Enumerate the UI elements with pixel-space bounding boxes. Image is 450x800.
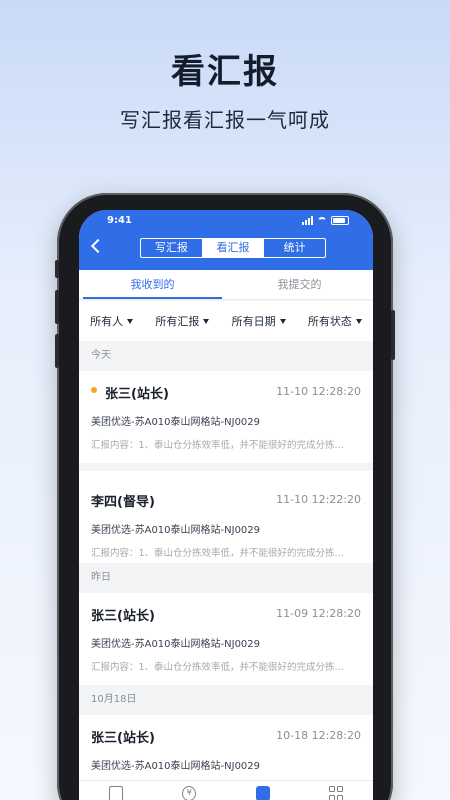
- caret-down-icon: [203, 318, 210, 324]
- filter-label: 所有人: [90, 315, 124, 328]
- caret-down-icon: [355, 318, 362, 324]
- app-header: 9:41 写汇报 看汇报 统计: [79, 210, 373, 270]
- unread-dot-icon: [91, 387, 97, 393]
- tab-submitted[interactable]: 我提交的: [226, 270, 373, 299]
- battery-icon: [331, 216, 349, 225]
- report-time: 10-18 12:28:20: [276, 729, 361, 742]
- filter-person[interactable]: 所有人: [90, 313, 134, 329]
- phone-mute-switch: [55, 260, 59, 278]
- phone-volume-up: [55, 290, 59, 324]
- section-header: 今天: [79, 341, 373, 371]
- app-screen: 9:41 写汇报 看汇报 统计 我收到的 我提交的 所有人 所有汇报 所有日期 …: [79, 210, 373, 800]
- filter-bar: 所有人 所有汇报 所有日期 所有状态: [79, 301, 373, 341]
- section-header: 10月18日: [79, 685, 373, 715]
- caret-down-icon: [279, 318, 286, 324]
- report-list: 今天 张三(站长) 11-10 12:28:20 美团优选-苏A010泰山网格站…: [79, 341, 373, 800]
- report-site: 美团优选-苏A010泰山网格站-NJ0029: [91, 525, 261, 536]
- segment-write-report[interactable]: 写汇报: [141, 239, 202, 257]
- report-card[interactable]: 张三(站长) 11-09 12:28:20 美团优选-苏A010泰山网格站-NJ…: [79, 593, 373, 685]
- status-bar: 9:41: [79, 214, 373, 230]
- yuan-icon[interactable]: ¥: [182, 786, 197, 800]
- segmented-control: 写汇报 看汇报 统计: [140, 238, 326, 258]
- status-icons: [302, 216, 349, 225]
- filter-report-type[interactable]: 所有汇报: [155, 313, 210, 329]
- signal-icon: [302, 216, 313, 225]
- filter-label: 所有日期: [231, 315, 276, 328]
- phone-volume-down: [55, 334, 59, 368]
- back-chevron-icon[interactable]: [90, 238, 106, 254]
- caret-down-icon: [127, 318, 134, 324]
- report-site: 美团优选-苏A010泰山网格站-NJ0029: [91, 761, 261, 772]
- bottom-tab-bar: ¥: [79, 780, 373, 800]
- subtabs: 我收到的 我提交的: [79, 270, 373, 300]
- grid-icon[interactable]: [329, 786, 344, 800]
- report-author: 张三(站长): [91, 731, 155, 746]
- hero-title: 看汇报: [171, 52, 279, 92]
- hero-subtitle: 写汇报看汇报一气呵成: [120, 108, 330, 132]
- phone-power-button: [391, 310, 395, 360]
- report-content: 汇报内容：1、泰山仓分拣效率低，并不能很好的完成分拣...: [91, 548, 344, 559]
- report-site: 美团优选-苏A010泰山网格站-NJ0029: [91, 417, 261, 428]
- report-content: 汇报内容：1、泰山仓分拣效率低，并不能很好的完成分拣...: [91, 440, 344, 451]
- wifi-icon: [317, 217, 327, 225]
- filter-label: 所有状态: [307, 315, 352, 328]
- status-time: 9:41: [107, 215, 132, 226]
- filter-status[interactable]: 所有状态: [308, 313, 362, 329]
- report-time: 11-10 12:28:20: [276, 385, 361, 398]
- tab-received[interactable]: 我收到的: [79, 270, 226, 299]
- document-icon[interactable]: [108, 786, 123, 800]
- section-header: 昨日: [79, 563, 373, 593]
- report-time: 11-10 12:22:20: [276, 493, 361, 506]
- filter-date[interactable]: 所有日期: [232, 313, 286, 329]
- report-author: 张三(站长): [105, 387, 169, 402]
- filter-label: 所有汇报: [155, 315, 200, 328]
- segment-view-report[interactable]: 看汇报: [201, 239, 264, 257]
- report-box-icon[interactable]: [255, 786, 270, 800]
- report-card[interactable]: 张三(站长) 11-10 12:28:20 美团优选-苏A010泰山网格站-NJ…: [79, 371, 373, 463]
- report-time: 11-09 12:28:20: [276, 607, 361, 620]
- report-content: 汇报内容：1、泰山仓分拣效率低，并不能很好的完成分拣...: [91, 662, 344, 673]
- report-card[interactable]: 李四(督导) 11-10 12:22:20 美团优选-苏A010泰山网格站-NJ…: [79, 463, 373, 563]
- report-site: 美团优选-苏A010泰山网格站-NJ0029: [91, 639, 261, 650]
- report-author: 李四(督导): [91, 495, 155, 510]
- segment-statistics[interactable]: 统计: [263, 239, 325, 257]
- report-author: 张三(站长): [91, 609, 155, 624]
